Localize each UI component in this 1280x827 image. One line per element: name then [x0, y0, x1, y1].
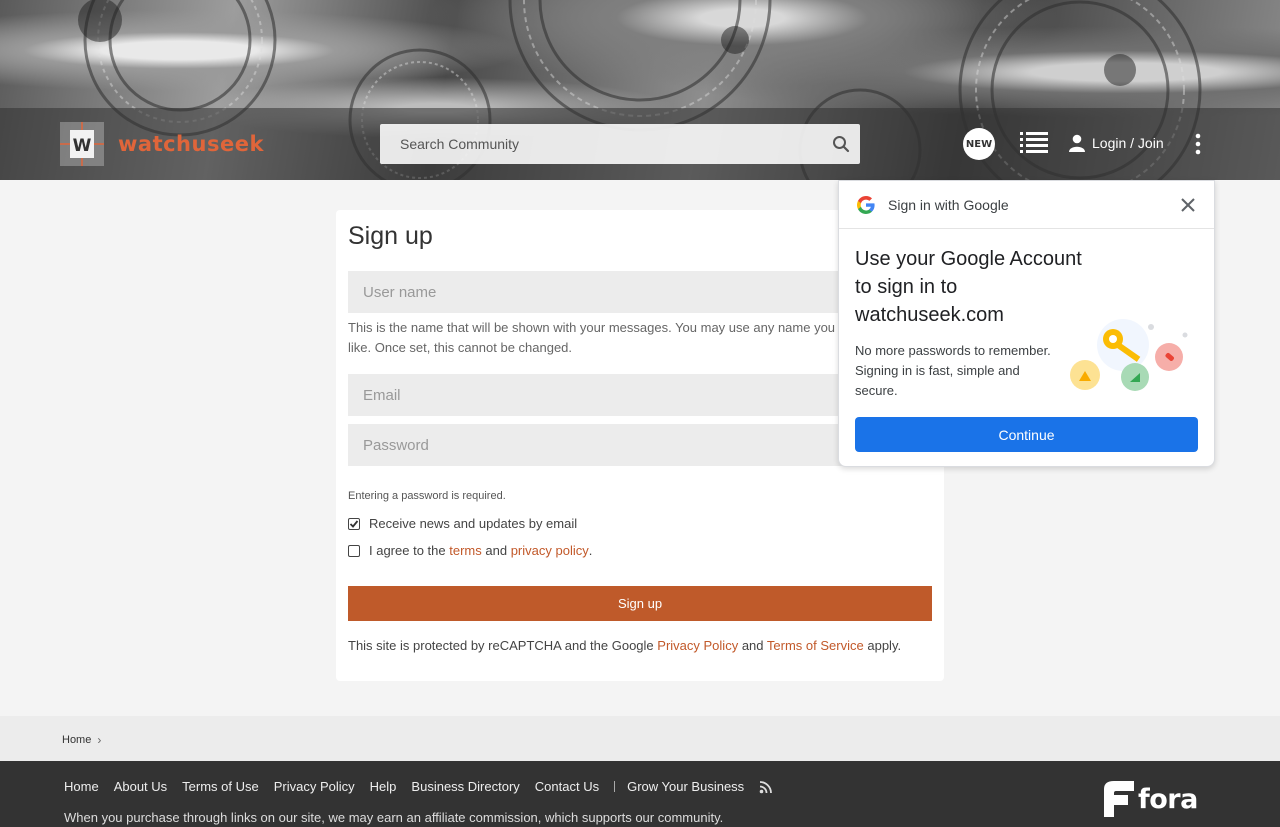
google-popup-body: No more passwords to remember. Signing i… — [855, 343, 1051, 398]
google-popup-header: Sign in with Google — [839, 181, 1214, 229]
list-icon[interactable] — [1020, 131, 1048, 157]
affiliate-note: When you purchase through links on our s… — [64, 810, 724, 825]
search-icon[interactable] — [832, 135, 850, 153]
site-logo[interactable]: W watchuseek — [60, 122, 264, 166]
username-help-text: This is the name that will be shown with… — [348, 320, 836, 355]
google-popup-title: Sign in with Google — [888, 196, 1009, 213]
close-icon[interactable] — [1178, 195, 1198, 215]
footer-link-privacy[interactable]: Privacy Policy — [274, 779, 355, 794]
footer-link-help[interactable]: Help — [370, 779, 397, 794]
signup-title: Sign up — [348, 222, 433, 250]
recaptcha-terms-link[interactable]: Terms of Service — [767, 638, 864, 653]
password-note: Entering a password is required. — [348, 490, 506, 502]
google-signin-popup: Sign in with Google Use your Google Acco… — [838, 180, 1215, 467]
breadcrumb-home-link[interactable]: Home — [62, 734, 91, 746]
agree-and: and — [485, 543, 508, 558]
signup-button[interactable]: Sign up — [348, 586, 932, 621]
agree-row: I agree to the terms and privacy policy. — [348, 543, 592, 558]
recaptcha-suffix: apply. — [867, 638, 902, 653]
site-name: watchuseek — [118, 132, 264, 156]
footer-link-about[interactable]: About Us — [114, 779, 167, 794]
footer-links: Home About Us Terms of Use Privacy Polic… — [64, 779, 773, 794]
chevron-right-icon: › — [97, 733, 102, 747]
fora-logo[interactable]: fora — [1100, 779, 1198, 819]
google-logo-icon — [857, 195, 875, 214]
footer-link-grow-business[interactable]: Grow Your Business — [627, 779, 744, 794]
footer-link-terms[interactable]: Terms of Use — [182, 779, 259, 794]
fora-mark-icon — [1104, 781, 1134, 817]
search-input[interactable] — [380, 124, 820, 164]
svg-text:W: W — [73, 136, 92, 156]
google-popup-heading: Use your Google Account to sign in to wa… — [855, 248, 1082, 326]
more-options-icon[interactable] — [1190, 132, 1206, 156]
breadcrumb-bar: Home › — [0, 716, 1280, 761]
agree-suffix: . — [588, 543, 593, 558]
footer: Home About Us Terms of Use Privacy Polic… — [0, 761, 1280, 827]
logo-mark-icon: W — [60, 122, 104, 166]
recaptcha-prefix: This site is protected by reCAPTCHA and … — [348, 638, 654, 653]
newsletter-checkbox[interactable] — [348, 517, 360, 530]
agree-checkbox[interactable] — [348, 544, 360, 557]
recaptcha-and: and — [741, 638, 764, 653]
footer-link-contact[interactable]: Contact Us — [535, 779, 599, 794]
google-continue-button[interactable]: Continue — [855, 417, 1198, 452]
recaptcha-privacy-link[interactable]: Privacy Policy — [657, 638, 738, 653]
new-posts-button[interactable]: NEW — [963, 128, 995, 160]
breadcrumb: Home › — [62, 733, 101, 747]
user-icon — [1069, 134, 1085, 152]
newsletter-row: Receive news and updates by email — [348, 516, 577, 531]
terms-link[interactable]: terms — [449, 543, 482, 558]
footer-link-business-directory[interactable]: Business Directory — [411, 779, 519, 794]
footer-link-home[interactable]: Home — [64, 779, 99, 794]
search-bar — [380, 124, 860, 164]
newsletter-label: Receive news and updates by email — [369, 516, 578, 531]
login-label: Login / Join — [1092, 135, 1164, 151]
recaptcha-notice: This site is protected by reCAPTCHA and … — [348, 638, 901, 653]
fora-brand: fora — [1138, 783, 1198, 815]
login-join-button[interactable]: Login / Join — [1068, 134, 1164, 152]
rss-icon[interactable] — [759, 780, 773, 794]
footer-divider — [614, 781, 616, 792]
key-illustration-icon — [1070, 319, 1188, 391]
agree-prefix: I agree to the — [369, 543, 446, 558]
checkmark-icon — [349, 519, 359, 528]
privacy-policy-link[interactable]: privacy policy — [511, 543, 589, 558]
